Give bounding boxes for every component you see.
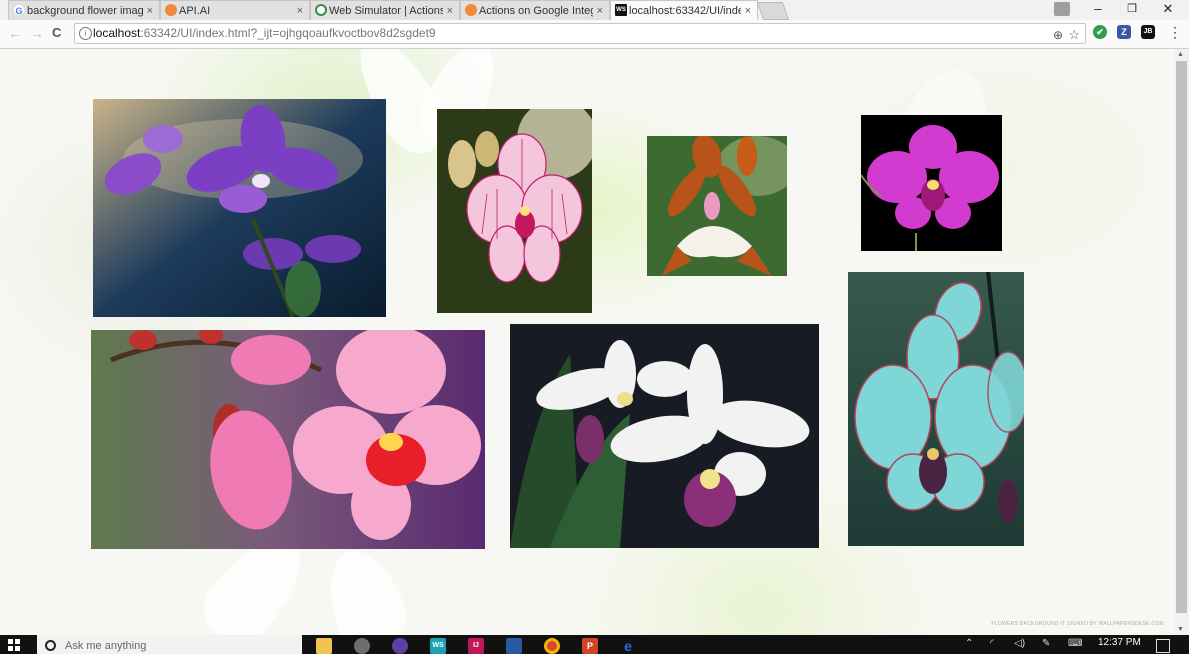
webstorm-taskbar-icon[interactable]: WS bbox=[430, 638, 446, 654]
tray-chevron-icon[interactable]: ⌃ bbox=[965, 638, 973, 649]
jetbrains-taskbar-icon[interactable]: IJ bbox=[468, 638, 484, 654]
chrome-taskbar-icon[interactable] bbox=[544, 638, 560, 654]
close-tab-icon[interactable]: × bbox=[147, 5, 153, 17]
orange-dancing-lady-orchid-photo bbox=[647, 136, 787, 276]
menu-icon[interactable]: ⋮ bbox=[1168, 24, 1182, 41]
browser-toolbar: ← → C i localhost:63342/UI/index.html?_i… bbox=[0, 20, 1189, 49]
webstorm-icon: WS bbox=[615, 4, 627, 16]
tab-actions-on-google[interactable]: Actions on Google Integr × bbox=[460, 0, 610, 20]
edge-taskbar-icon[interactable]: e bbox=[620, 638, 636, 654]
close-window-button[interactable]: ✕ bbox=[1150, 0, 1186, 20]
action-center-icon[interactable] bbox=[1156, 639, 1170, 653]
maximize-button[interactable]: ❐ bbox=[1114, 0, 1150, 20]
minimize-button[interactable]: – bbox=[1080, 0, 1116, 20]
scroll-down-icon[interactable]: ▼ bbox=[1177, 626, 1184, 633]
keyboard-icon[interactable]: ⌨ bbox=[1068, 638, 1082, 649]
scroll-thumb[interactable] bbox=[1176, 61, 1187, 613]
powerpoint-taskbar-icon[interactable]: P bbox=[582, 638, 598, 654]
start-button[interactable] bbox=[8, 639, 20, 651]
close-tab-icon[interactable]: × bbox=[745, 5, 751, 17]
pen-icon[interactable]: ✎ bbox=[1042, 638, 1050, 649]
tab-api-ai[interactable]: API.AI × bbox=[160, 0, 310, 20]
white-cattleya-orchid-photo bbox=[510, 324, 819, 548]
pink-striped-phalaenopsis-orchid-photo bbox=[437, 109, 592, 313]
address-path: :63342/UI/index.html?_ijt=ojhgqoaufkvoct… bbox=[140, 26, 436, 40]
apiai-icon bbox=[465, 4, 477, 16]
info-icon[interactable]: i bbox=[79, 27, 92, 40]
jb-extension-icon[interactable]: JB bbox=[1141, 25, 1155, 39]
taskbar-clock[interactable]: 12:37 PM bbox=[1098, 637, 1141, 648]
bookmark-star-icon[interactable]: ☆ bbox=[1068, 25, 1080, 44]
google-icon: G bbox=[13, 4, 25, 16]
close-tab-icon[interactable]: × bbox=[447, 5, 453, 17]
volume-icon[interactable]: ◁) bbox=[1014, 638, 1025, 649]
vertical-scrollbar[interactable]: ▲ ▼ bbox=[1174, 49, 1189, 635]
page-viewport: FLOWERS BACKGROUND IT SIGNED BY WALLPAPE… bbox=[0, 49, 1174, 635]
search-placeholder: Ask me anything bbox=[65, 640, 147, 652]
apiai-icon bbox=[165, 4, 177, 16]
app-icon-3[interactable] bbox=[392, 638, 408, 654]
search-icon bbox=[45, 640, 56, 651]
app-icon-2[interactable] bbox=[354, 638, 370, 654]
blue-dyed-phalaenopsis-orchid-photo bbox=[848, 272, 1024, 546]
check-extension-icon[interactable]: ✔ bbox=[1093, 25, 1107, 39]
file-explorer-icon[interactable] bbox=[316, 638, 332, 654]
web-simulator-icon bbox=[315, 4, 327, 16]
background-watermark: FLOWERS BACKGROUND IT SIGNED BY WALLPAPE… bbox=[991, 621, 1164, 627]
wifi-icon[interactable]: ◜ bbox=[990, 638, 994, 649]
purple-dendrobium-orchid-photo bbox=[93, 99, 386, 317]
z-extension-icon[interactable]: Z bbox=[1117, 25, 1131, 39]
close-tab-icon[interactable]: × bbox=[297, 5, 303, 17]
pink-phalaenopsis-orchid-photo bbox=[91, 330, 485, 549]
close-tab-icon[interactable]: × bbox=[597, 5, 603, 17]
profile-icon[interactable] bbox=[1054, 2, 1070, 16]
back-button[interactable]: ← bbox=[8, 25, 22, 41]
tab-localhost[interactable]: WS localhost:63342/UI/index × bbox=[610, 0, 758, 20]
address-host: localhost bbox=[93, 26, 141, 40]
zoom-icon[interactable]: ⊕ bbox=[1053, 26, 1063, 45]
scroll-up-icon[interactable]: ▲ bbox=[1177, 51, 1184, 58]
forward-button[interactable]: → bbox=[30, 25, 44, 41]
new-tab-button[interactable] bbox=[756, 2, 790, 20]
background-petal bbox=[315, 540, 415, 635]
windows-taskbar: Ask me anything WS IJ P e ⌃ ◜ ◁) ✎ ⌨ 12:… bbox=[0, 635, 1189, 654]
tab-strip: G background flower image × API.AI × Web… bbox=[0, 0, 1189, 20]
address-bar[interactable]: i localhost:63342/UI/index.html?_ijt=ojh… bbox=[74, 23, 1086, 44]
taskbar-search-input[interactable]: Ask me anything bbox=[37, 635, 328, 654]
reload-button[interactable]: C bbox=[52, 25, 61, 40]
tab-web-simulator[interactable]: Web Simulator | Actions × bbox=[310, 0, 460, 20]
tab-background-flower-image[interactable]: G background flower image × bbox=[8, 0, 160, 20]
virtualbox-taskbar-icon[interactable] bbox=[506, 638, 522, 654]
magenta-phalaenopsis-orchid-photo bbox=[861, 115, 1002, 251]
